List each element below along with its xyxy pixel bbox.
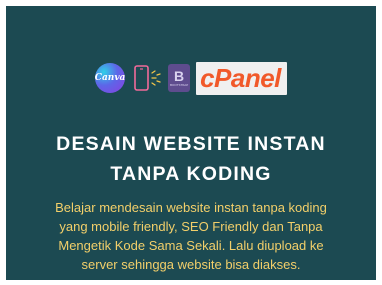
banner-title-line-2: TANPA KODING [110, 163, 272, 185]
banner-title-line-1: DESAIN WEBSITE INSTAN [56, 133, 326, 155]
banner-description: Belajar mendesain website instan tanpa k… [20, 198, 362, 274]
mobile-responsive-icon [134, 65, 161, 91]
description-line-4: server sehingga website bisa diakses. [81, 257, 301, 272]
promo-banner: Canva B BOOTSTRAP cPanel DESAIN WEBSITE … [6, 6, 376, 280]
banner-title: DESAIN WEBSITE INSTAN TANPA KODING [6, 129, 376, 189]
bootstrap-logo: B BOOTSTRAP [168, 64, 191, 92]
canva-logo: Canva [95, 63, 125, 93]
description-line-1: Belajar mendesain website instan tanpa k… [55, 200, 327, 215]
logo-row: Canva B BOOTSTRAP cPanel [6, 60, 376, 96]
bootstrap-logo-letter: B [174, 68, 185, 84]
description-line-2: yang mobile friendly, SEO Friendly dan T… [59, 219, 323, 234]
description-line-3: Mengetik Kode Sama Sekali. Lalu diupload… [58, 238, 324, 253]
cpanel-logo: cPanel [196, 61, 287, 95]
bootstrap-logo-subtext: BOOTSTRAP [170, 83, 189, 87]
canva-logo-text: Canva [94, 73, 126, 83]
cpanel-logo-text: cPanel [200, 62, 281, 93]
